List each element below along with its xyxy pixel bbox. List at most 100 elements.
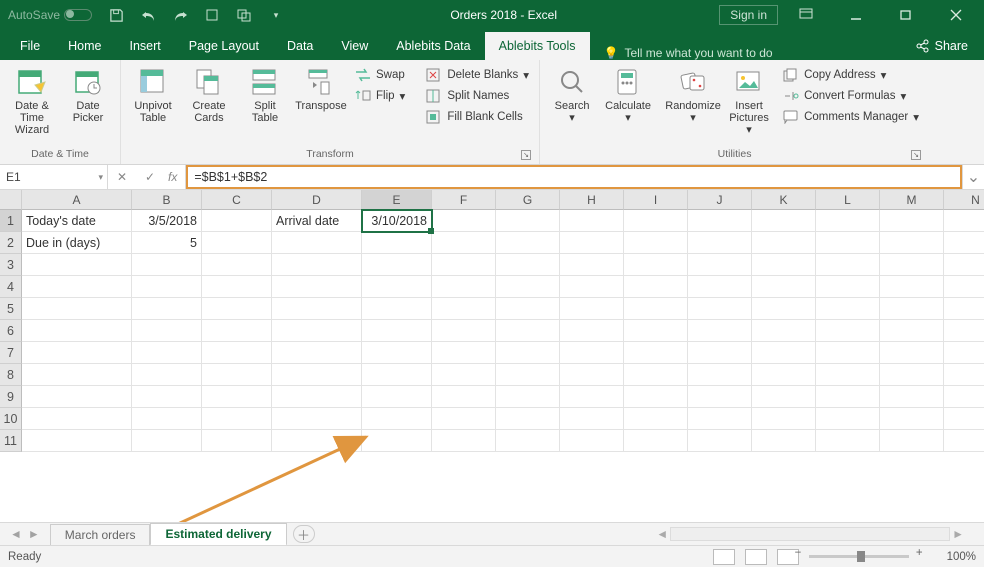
- cell[interactable]: [432, 408, 496, 430]
- zoom-slider[interactable]: [809, 555, 909, 558]
- dialog-launcher-icon-2[interactable]: ↘: [911, 150, 921, 160]
- cell[interactable]: [816, 320, 880, 342]
- col-header[interactable]: L: [816, 190, 880, 210]
- cell[interactable]: [22, 276, 132, 298]
- cell[interactable]: [432, 364, 496, 386]
- view-pagelayout-icon[interactable]: [745, 549, 767, 565]
- col-header[interactable]: H: [560, 190, 624, 210]
- flip-button[interactable]: Flip ▾: [351, 87, 409, 105]
- cell[interactable]: [880, 298, 944, 320]
- cell[interactable]: [944, 408, 984, 430]
- add-sheet-button[interactable]: ＋: [293, 525, 315, 543]
- autosave-toggle[interactable]: AutoSave: [8, 8, 92, 22]
- cell[interactable]: [132, 298, 202, 320]
- cell[interactable]: [880, 320, 944, 342]
- cell[interactable]: [22, 430, 132, 452]
- name-box[interactable]: E1: [0, 165, 108, 189]
- cell[interactable]: [624, 364, 688, 386]
- cell[interactable]: [362, 276, 432, 298]
- col-header[interactable]: E: [362, 190, 432, 210]
- cell[interactable]: Arrival date: [272, 210, 362, 232]
- cell[interactable]: [272, 254, 362, 276]
- qat-customize-icon[interactable]: ▾: [264, 3, 288, 27]
- cell[interactable]: [880, 254, 944, 276]
- cell[interactable]: [202, 232, 272, 254]
- cell[interactable]: [752, 298, 816, 320]
- cell[interactable]: [202, 430, 272, 452]
- horizontal-scrollbar[interactable]: [670, 527, 950, 541]
- unpivot-button[interactable]: Unpivot Table: [127, 64, 179, 126]
- col-header[interactable]: B: [132, 190, 202, 210]
- cell[interactable]: [944, 364, 984, 386]
- cell[interactable]: [432, 210, 496, 232]
- cell[interactable]: Today's date: [22, 210, 132, 232]
- cell[interactable]: [624, 298, 688, 320]
- cell[interactable]: [202, 298, 272, 320]
- cell[interactable]: Due in (days): [22, 232, 132, 254]
- cell[interactable]: [202, 276, 272, 298]
- sheet-tab-estimated[interactable]: Estimated delivery: [150, 523, 286, 546]
- cell[interactable]: [272, 342, 362, 364]
- cell[interactable]: [432, 254, 496, 276]
- cell[interactable]: [362, 232, 432, 254]
- cell[interactable]: [880, 364, 944, 386]
- cell[interactable]: [688, 430, 752, 452]
- cell[interactable]: [752, 232, 816, 254]
- cell[interactable]: [496, 342, 560, 364]
- tab-file[interactable]: File: [6, 32, 54, 60]
- cell[interactable]: [816, 430, 880, 452]
- row-header[interactable]: 6: [0, 320, 22, 342]
- cell[interactable]: [202, 386, 272, 408]
- copy-address-button[interactable]: Copy Address ▾: [779, 66, 923, 84]
- calculate-button[interactable]: Calculate▾: [602, 64, 654, 126]
- cell[interactable]: [22, 298, 132, 320]
- cell[interactable]: [432, 386, 496, 408]
- cell[interactable]: [752, 342, 816, 364]
- cell[interactable]: [752, 276, 816, 298]
- cell[interactable]: [560, 386, 624, 408]
- cell[interactable]: [560, 298, 624, 320]
- cell[interactable]: [132, 364, 202, 386]
- fill-blank-button[interactable]: Fill Blank Cells: [422, 108, 533, 126]
- cell[interactable]: [624, 342, 688, 364]
- comments-manager-button[interactable]: Comments Manager ▾: [779, 108, 923, 126]
- cell[interactable]: [22, 254, 132, 276]
- cell[interactable]: [202, 210, 272, 232]
- cell[interactable]: [816, 408, 880, 430]
- cell[interactable]: [272, 408, 362, 430]
- cell[interactable]: [202, 342, 272, 364]
- cell[interactable]: [752, 408, 816, 430]
- undo-icon[interactable]: [136, 3, 160, 27]
- col-header[interactable]: A: [22, 190, 132, 210]
- cell[interactable]: [944, 430, 984, 452]
- cell[interactable]: [496, 364, 560, 386]
- active-cell[interactable]: 3/10/2018: [362, 210, 432, 232]
- cell[interactable]: [496, 408, 560, 430]
- scroll-left-icon[interactable]: ◄: [656, 527, 668, 541]
- cell[interactable]: [272, 386, 362, 408]
- col-header[interactable]: G: [496, 190, 560, 210]
- ribbon-options-icon[interactable]: [784, 1, 828, 29]
- cell[interactable]: [880, 386, 944, 408]
- redo-icon[interactable]: [168, 3, 192, 27]
- tab-data[interactable]: Data: [273, 32, 327, 60]
- cell[interactable]: [432, 276, 496, 298]
- cell[interactable]: [22, 364, 132, 386]
- cell[interactable]: [816, 210, 880, 232]
- row-header[interactable]: 11: [0, 430, 22, 452]
- col-header[interactable]: K: [752, 190, 816, 210]
- cell[interactable]: [272, 430, 362, 452]
- cell[interactable]: [560, 364, 624, 386]
- cell[interactable]: [432, 232, 496, 254]
- row-header[interactable]: 3: [0, 254, 22, 276]
- split-names-button[interactable]: Split Names: [422, 87, 533, 105]
- cell[interactable]: [688, 408, 752, 430]
- cell[interactable]: [272, 276, 362, 298]
- row-header[interactable]: 2: [0, 232, 22, 254]
- swap-button[interactable]: Swap: [351, 66, 409, 84]
- cell[interactable]: [624, 232, 688, 254]
- cell[interactable]: [624, 210, 688, 232]
- cell[interactable]: [22, 320, 132, 342]
- cell[interactable]: [496, 232, 560, 254]
- cell[interactable]: [560, 232, 624, 254]
